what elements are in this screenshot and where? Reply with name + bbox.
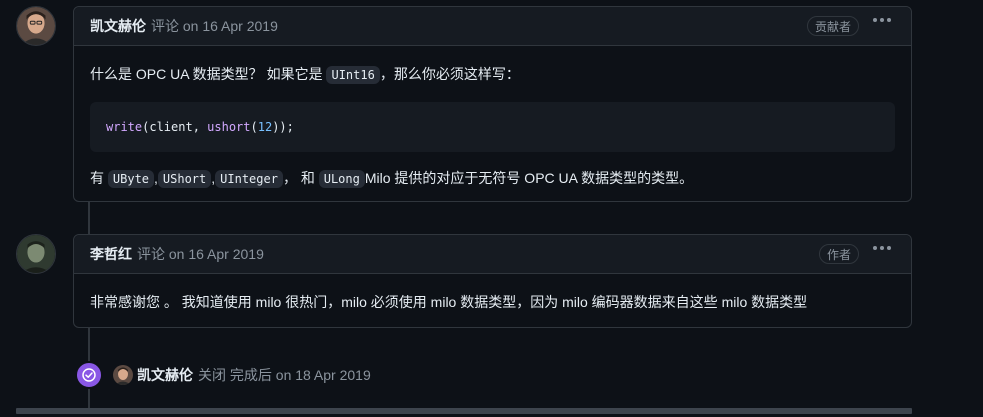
event-author[interactable]: 凯文赫伦 [137,365,193,385]
timeline-event-closed: 凯文赫伦 关闭 完成后 on 18 Apr 2019 [75,360,371,390]
contributor-badge: 贡献者 [806,16,859,36]
horizontal-scrollbar[interactable] [16,408,912,414]
comment-card: 凯文赫伦 评论 on 16 Apr 2019 贡献者 什么是 OPC UA 数据… [73,6,912,202]
comment-body: 什么是 OPC UA 数据类型？ 如果它是 UInt16 ，那么你必须这样写： w… [74,46,911,206]
event-text: 关闭 完成后 on 18 Apr 2019 [198,367,371,383]
avatar-image [17,235,55,273]
code-token: write [106,120,143,134]
comment-author[interactable]: 凯文赫伦 [90,16,146,36]
comment-paragraph: 有 UByte, UShort, UInteger， 和 ULong Milo 提供的… [90,168,895,190]
avatar[interactable] [16,234,56,274]
avatar[interactable] [16,6,56,46]
inline-code: UByte [107,170,155,188]
comment-meta[interactable]: 评论 on 16 Apr 2019 [151,16,278,36]
author-badge: 作者 [818,244,859,264]
text-segment: 有 [90,170,108,186]
code-token: 12 [257,120,273,134]
code-block: write(client, ushort(12)); [90,102,895,152]
kebab-horizontal-icon[interactable] [873,246,891,250]
inline-code: ULong [318,170,365,188]
comment-meta[interactable]: 评论 on 16 Apr 2019 [137,244,264,264]
avatar[interactable] [113,365,133,385]
check-circle-icon [75,361,103,389]
code-token: ushort [207,120,251,134]
inline-code: UShort [157,170,212,188]
comment-header: 李哲红 评论 on 16 Apr 2019 作者 [74,235,911,274]
avatar-image [17,7,55,45]
code-token: (client, [142,120,208,134]
text-segment: 什么是 OPC UA 数据类型？ 如果它是 [90,66,327,82]
comment-paragraph: 什么是 OPC UA 数据类型？ 如果它是 UInt16 ，那么你必须这样写： [90,64,895,86]
comment-paragraph: 非常感谢您 。 我知道使用 milo 很热门，milo 必须使用 milo 数据… [90,294,808,310]
inline-code: UInteger [215,170,283,188]
text-segment: ，那么你必须这样写： [379,66,520,82]
avatar-image [113,365,133,385]
inline-code: UInt16 [326,66,380,84]
code-token: ( [250,120,258,134]
code-token: )); [272,120,294,134]
text-segment: Milo 提供的对应于无符号 OPC UA 数据类型的类型。 [364,170,694,186]
comment-body: 非常感谢您 。 我知道使用 milo 很热门，milo 必须使用 milo 数据… [74,274,911,329]
comment-header: 凯文赫伦 评论 on 16 Apr 2019 贡献者 [74,7,911,46]
comment-author[interactable]: 李哲红 [90,244,132,264]
text-segment: ， 和 [282,170,319,186]
comment-card: 李哲红 评论 on 16 Apr 2019 作者 非常感谢您 。 我知道使用 m… [73,234,912,328]
kebab-horizontal-icon[interactable] [873,18,891,22]
